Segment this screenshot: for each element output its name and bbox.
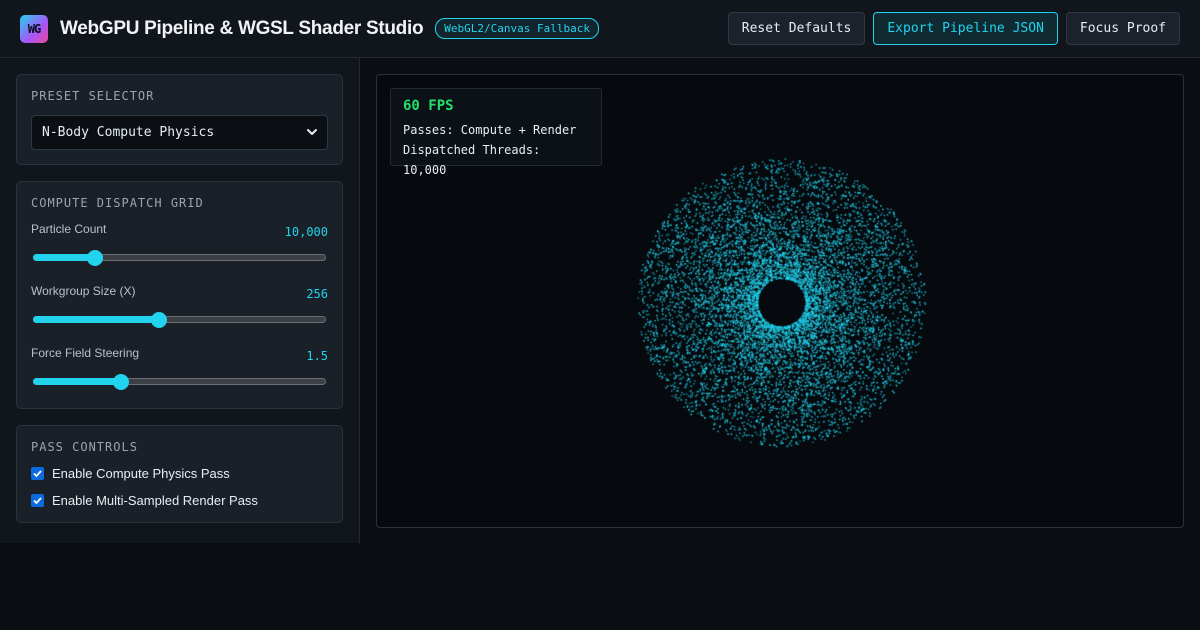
preset-selected-value: N-Body Compute Physics — [42, 125, 215, 140]
slider-thumb[interactable] — [150, 312, 167, 328]
slider-fill — [33, 254, 95, 261]
reset-defaults-button[interactable]: Reset Defaults — [727, 12, 866, 45]
fps-counter: 60 FPS — [403, 98, 454, 114]
force-field-control: Force Field Steering 1.5 — [31, 346, 328, 392]
slider-thumb[interactable] — [112, 374, 129, 390]
render-pass-option[interactable]: Enable Multi-Sampled Render Pass — [31, 493, 328, 508]
force-field-value: 1.5 — [306, 349, 328, 363]
preset-select[interactable]: N-Body Compute Physics — [31, 115, 328, 150]
workgroup-size-label: Workgroup Size (X) — [31, 284, 136, 298]
workgroup-size-slider[interactable] — [31, 310, 328, 330]
particle-count-slider[interactable] — [31, 248, 328, 268]
app-title: WebGPU Pipeline & WGSL Shader Studio — [60, 17, 424, 39]
app-header: WG WebGPU Pipeline & WGSL Shader Studio … — [0, 0, 1200, 58]
workgroup-size-value: 256 — [306, 287, 328, 301]
fallback-badge: WebGL2/Canvas Fallback — [435, 18, 599, 39]
chevron-down-icon — [307, 129, 317, 135]
stats-overlay: 60 FPS Passes: Compute + Render Dispatch… — [390, 88, 602, 177]
pass-controls-card: PASS CONTROLS Enable Compute Physics Pas… — [16, 425, 343, 523]
slider-fill — [33, 378, 121, 385]
compute-pass-checkbox[interactable] — [31, 467, 44, 480]
check-icon — [33, 470, 42, 478]
slider-thumb[interactable] — [86, 250, 103, 266]
threads-stat: Dispatched Threads: 10,000 — [403, 143, 541, 177]
dispatch-card: COMPUTE DISPATCH GRID Particle Count 10,… — [16, 181, 343, 409]
control-sidebar: PRESET SELECTOR N-Body Compute Physics C… — [0, 58, 360, 543]
app-logo: WG — [20, 14, 48, 43]
check-icon — [33, 497, 42, 505]
render-pass-label: Enable Multi-Sampled Render Pass — [52, 493, 258, 508]
pass-controls-title: PASS CONTROLS — [31, 440, 138, 454]
preset-title: PRESET SELECTOR — [31, 89, 155, 103]
header-actions: Reset Defaults Export Pipeline JSON Focu… — [727, 12, 1180, 45]
dispatch-title: COMPUTE DISPATCH GRID — [31, 196, 204, 210]
passes-stat: Passes: Compute + Render — [403, 123, 577, 137]
render-pass-checkbox[interactable] — [31, 494, 44, 507]
render-viewport[interactable]: 60 FPS Passes: Compute + Render Dispatch… — [376, 74, 1184, 528]
particle-count-value: 10,000 — [284, 225, 328, 239]
force-field-slider[interactable] — [31, 372, 328, 392]
slider-fill — [33, 316, 159, 323]
export-pipeline-button[interactable]: Export Pipeline JSON — [873, 12, 1058, 45]
particle-count-label: Particle Count — [31, 222, 107, 236]
force-field-label: Force Field Steering — [31, 346, 140, 360]
compute-pass-label: Enable Compute Physics Pass — [52, 466, 230, 481]
workgroup-size-control: Workgroup Size (X) 256 — [31, 284, 328, 330]
focus-proof-button[interactable]: Focus Proof — [1065, 12, 1180, 45]
preset-card: PRESET SELECTOR N-Body Compute Physics — [16, 74, 343, 165]
compute-pass-option[interactable]: Enable Compute Physics Pass — [31, 466, 328, 481]
particle-count-control: Particle Count 10,000 — [31, 222, 328, 268]
